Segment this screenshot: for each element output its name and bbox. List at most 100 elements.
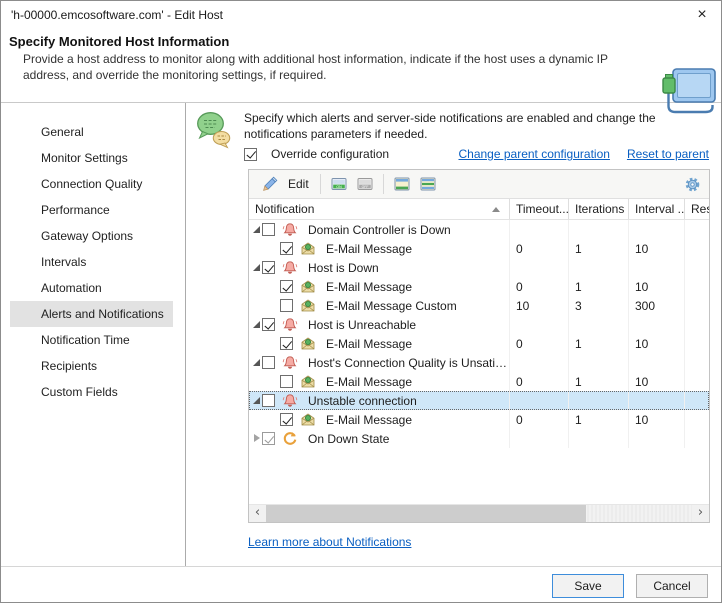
expander-icon[interactable]: [251, 258, 262, 277]
close-icon[interactable]: ×: [693, 6, 711, 24]
save-button[interactable]: Save: [552, 574, 624, 598]
column-header-iterations[interactable]: Iterations: [568, 199, 628, 219]
timeout-cell: [509, 429, 568, 448]
sort-ascending-icon: [492, 207, 500, 212]
cancel-button[interactable]: Cancel: [636, 574, 708, 598]
row-checkbox[interactable]: [280, 280, 293, 293]
gear-icon[interactable]: [685, 177, 700, 192]
timeout-cell: [509, 220, 568, 239]
alert-bell-icon: [282, 355, 298, 371]
interval-cell: [628, 220, 684, 239]
column-header-rest[interactable]: Rest: [684, 199, 709, 219]
notification-label: E-Mail Message: [326, 413, 412, 427]
sidebar-item-automation[interactable]: Automation: [10, 275, 173, 301]
expander-icon[interactable]: [251, 353, 262, 372]
row-checkbox[interactable]: [262, 394, 275, 407]
group-collapse-icon[interactable]: [420, 176, 436, 192]
sidebar-item-label: Notification Time: [41, 333, 130, 347]
iterations-cell: [568, 429, 628, 448]
column-header-notification[interactable]: Notification: [249, 199, 509, 219]
restart-cell: [684, 334, 709, 353]
notification-label: Host is Unreachable: [308, 318, 416, 332]
learn-more-link[interactable]: Learn more about Notifications: [248, 535, 411, 549]
sidebar-item-alerts-and-notifications[interactable]: Alerts and Notifications: [10, 301, 173, 327]
iterations-cell: 3: [568, 296, 628, 315]
notification-cell: Host is Down: [249, 258, 509, 277]
table-row[interactable]: Host is Down: [249, 258, 709, 277]
table-row[interactable]: On Down State: [249, 429, 709, 448]
iterations-cell: 1: [568, 277, 628, 296]
email-icon: [300, 298, 316, 314]
timeout-cell: [509, 258, 568, 277]
row-checkbox[interactable]: [262, 318, 275, 331]
table-row[interactable]: E-Mail Message 0 1 10: [249, 410, 709, 429]
sidebar-item-monitor-settings[interactable]: Monitor Settings: [10, 145, 173, 171]
change-parent-configuration-link[interactable]: Change parent configuration: [458, 147, 609, 161]
table-row[interactable]: Host's Connection Quality is Unsatis...: [249, 353, 709, 372]
row-checkbox[interactable]: [262, 223, 275, 236]
table-row[interactable]: E-Mail Message 0 1 10: [249, 277, 709, 296]
row-checkbox[interactable]: [280, 299, 293, 312]
row-checkbox[interactable]: [262, 261, 275, 274]
table-row[interactable]: Domain Controller is Down: [249, 220, 709, 239]
row-checkbox[interactable]: [280, 242, 293, 255]
sidebar-item-general[interactable]: General: [10, 119, 173, 145]
row-checkbox[interactable]: [280, 337, 293, 350]
timeout-cell: 0: [509, 239, 568, 258]
expander-icon[interactable]: [251, 391, 262, 410]
row-checkbox[interactable]: [280, 413, 293, 426]
sidebar-item-performance[interactable]: Performance: [10, 197, 173, 223]
sidebar-item-notification-time[interactable]: Notification Time: [10, 327, 173, 353]
sidebar-item-label: Performance: [41, 203, 110, 217]
scrollbar-thumb[interactable]: [266, 505, 586, 522]
scroll-right-icon[interactable]: ›: [692, 505, 709, 522]
override-label[interactable]: Override configuration: [271, 147, 389, 161]
table-row[interactable]: E-Mail Message 0 1 10: [249, 239, 709, 258]
reset-to-parent-link[interactable]: Reset to parent: [627, 147, 709, 161]
restart-cell: [684, 315, 709, 334]
table-row[interactable]: E-Mail Message 0 1 10: [249, 372, 709, 391]
sidebar-item-label: Alerts and Notifications: [41, 307, 164, 321]
table-row[interactable]: Unstable connection: [249, 391, 709, 410]
alert-bell-icon: [282, 222, 298, 238]
edit-button[interactable]: Edit: [254, 174, 315, 194]
row-checkbox[interactable]: [262, 432, 275, 445]
column-header-label: Rest: [691, 202, 709, 216]
table-row[interactable]: E-Mail Message Custom 10 3 300: [249, 296, 709, 315]
expander-icon[interactable]: [251, 220, 262, 239]
iterations-cell: [568, 220, 628, 239]
expander-icon[interactable]: [251, 315, 262, 334]
sidebar-item-connection-quality[interactable]: Connection Quality: [10, 171, 173, 197]
restart-cell: [684, 353, 709, 372]
dialog-body: GeneralMonitor SettingsConnection Qualit…: [1, 102, 721, 566]
sidebar-item-recipients[interactable]: Recipients: [10, 353, 173, 379]
sidebar-item-intervals[interactable]: Intervals: [10, 249, 173, 275]
turn-on-icon[interactable]: ON: [331, 176, 347, 192]
sidebar-item-gateway-options[interactable]: Gateway Options: [10, 223, 173, 249]
group-expand-icon[interactable]: [394, 176, 410, 192]
table-row[interactable]: E-Mail Message 0 1 10: [249, 334, 709, 353]
iterations-cell: [568, 391, 628, 410]
interval-cell: [628, 258, 684, 277]
iterations-cell: [568, 353, 628, 372]
interval-cell: [628, 315, 684, 334]
row-checkbox[interactable]: [280, 375, 293, 388]
expander-icon[interactable]: [251, 429, 262, 448]
page-description: Provide a host address to monitor along …: [23, 52, 651, 83]
turn-off-icon[interactable]: OFF: [357, 176, 373, 192]
sync-icon: [282, 431, 298, 447]
alert-bell-icon: [282, 393, 298, 409]
horizontal-scrollbar[interactable]: ‹ ›: [249, 504, 709, 522]
row-checkbox[interactable]: [262, 356, 275, 369]
column-header-interval[interactable]: Interval ...: [628, 199, 684, 219]
timeout-cell: 0: [509, 334, 568, 353]
edit-button-label: Edit: [288, 177, 309, 191]
sidebar-item-custom-fields[interactable]: Custom Fields: [10, 379, 173, 405]
column-header-label: Interval ...: [635, 202, 684, 216]
override-row: Override configuration Change parent con…: [244, 147, 709, 161]
override-checkbox[interactable]: [244, 148, 257, 161]
table-row[interactable]: Host is Unreachable: [249, 315, 709, 334]
column-header-timeout[interactable]: Timeout...: [509, 199, 568, 219]
timeout-cell: 10: [509, 296, 568, 315]
scroll-left-icon[interactable]: ‹: [249, 505, 266, 522]
